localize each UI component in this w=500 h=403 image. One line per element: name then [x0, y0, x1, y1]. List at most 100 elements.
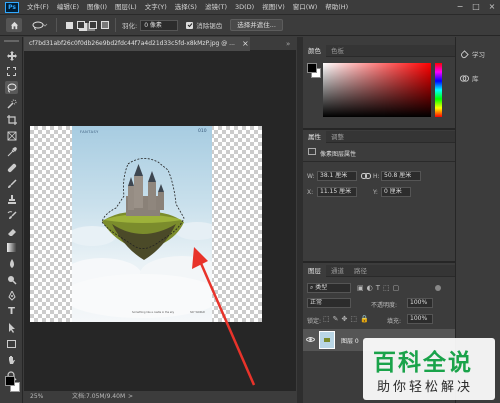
document-tab[interactable]: cf7bd31abf26c0f0db26e9bd2fdc44f7a4d21d33… — [24, 37, 250, 51]
tab-layers[interactable]: 图层 — [303, 264, 326, 277]
layer-filter-icons[interactable]: ▣◐T⬚▢ — [357, 284, 402, 292]
lasso-tool[interactable] — [5, 81, 18, 94]
feather-input[interactable]: 0 像素 — [140, 19, 179, 31]
add-selection-button[interactable] — [75, 18, 87, 32]
layer-filter-select[interactable]: ⌕ 类型 — [307, 283, 351, 293]
hand-tool[interactable] — [5, 353, 18, 366]
hue-slider[interactable] — [435, 63, 442, 117]
menu-help[interactable]: 帮助(H) — [321, 0, 352, 14]
tab-properties[interactable]: 属性 — [303, 130, 326, 143]
x-field[interactable]: 11.15 厘米 — [317, 187, 357, 197]
menu-layer[interactable]: 图层(L) — [111, 0, 141, 14]
height-field[interactable]: 50.8 厘米 — [381, 171, 421, 181]
color-foreground-swatch[interactable] — [307, 63, 317, 73]
brush-tool[interactable] — [5, 177, 18, 190]
brush-icon — [7, 178, 17, 188]
castle-roof — [128, 177, 134, 186]
width-label: W: — [307, 173, 315, 180]
tab-color[interactable]: 颜色 — [303, 44, 326, 57]
tool-preset-picker[interactable] — [28, 18, 52, 32]
castle-tower — [128, 186, 134, 210]
move-tool[interactable] — [5, 49, 18, 62]
opacity-label: 不透明度: — [371, 302, 398, 309]
options-divider — [56, 18, 57, 32]
marquee-tool[interactable] — [5, 65, 18, 78]
select-and-mask-button[interactable]: 选择并遮住... — [230, 19, 283, 31]
menu-3d[interactable]: 3D(D) — [231, 0, 258, 14]
path-selection-icon — [8, 322, 15, 333]
libraries-panel-button[interactable]: 库 — [460, 73, 479, 83]
poster-footer-left: Something like a castle in the sky — [132, 311, 175, 314]
annotation-arrow — [192, 247, 256, 386]
foreground-color-swatch[interactable] — [5, 376, 15, 386]
menu-image[interactable]: 图像(I) — [83, 0, 111, 14]
eyedropper-tool[interactable] — [5, 145, 18, 158]
color-field[interactable] — [323, 63, 431, 117]
history-brush-icon — [7, 210, 17, 219]
document-tab-title: cf7bd31abf26c0f0db26e9bd2fdc44f7a4d21d33… — [29, 40, 235, 47]
tab-adjustments[interactable]: 调整 — [326, 131, 349, 143]
menu-type[interactable]: 文字(Y) — [141, 0, 171, 14]
castle-roof — [134, 164, 143, 176]
close-window-button[interactable]: × — [484, 0, 500, 14]
options-divider — [115, 18, 116, 32]
pen-tool[interactable] — [5, 289, 18, 302]
document-info[interactable]: 文档:7.05M/9.40M — [72, 391, 125, 403]
eye-icon[interactable] — [306, 336, 315, 343]
blend-mode-select[interactable]: 正常 — [307, 298, 351, 308]
castle-roof — [158, 184, 164, 192]
home-icon — [10, 21, 18, 29]
frame-icon — [7, 131, 16, 140]
healing-brush-tool[interactable] — [5, 161, 18, 174]
minimize-button[interactable]: − — [452, 0, 468, 14]
menu-filter[interactable]: 滤镜(T) — [201, 0, 231, 14]
menu-view[interactable]: 视图(V) — [258, 0, 289, 14]
menu-bar: Ps 文件(F) 编辑(E) 图像(I) 图层(L) 文字(Y) 选择(S) 滤… — [0, 0, 500, 14]
collapse-tabs-button[interactable]: » — [286, 37, 290, 51]
blur-tool[interactable] — [5, 257, 18, 270]
home-button[interactable] — [6, 18, 22, 32]
y-field[interactable]: 0 厘米 — [381, 187, 411, 197]
intersect-selection-button[interactable] — [99, 18, 111, 32]
dodge-tool[interactable] — [5, 273, 18, 286]
new-selection-button[interactable] — [63, 18, 75, 32]
quick-selection-tool[interactable] — [5, 97, 18, 110]
fill-field[interactable]: 100% — [407, 314, 433, 324]
path-selection-tool[interactable] — [5, 321, 18, 334]
layer-thumbnail — [319, 331, 335, 349]
history-brush-tool[interactable] — [5, 209, 18, 222]
subtract-selection-button[interactable] — [87, 18, 99, 32]
eraser-tool[interactable] — [5, 225, 18, 238]
menu-file[interactable]: 文件(F) — [23, 0, 53, 14]
tab-paths[interactable]: 路径 — [349, 265, 372, 277]
filter-toggle[interactable] — [435, 285, 441, 291]
opacity-field[interactable]: 100% — [407, 298, 433, 308]
tab-channels[interactable]: 通道 — [326, 265, 349, 277]
type-tool[interactable]: T — [5, 305, 18, 318]
link-icon[interactable] — [361, 172, 371, 180]
antialias-checkbox[interactable] — [186, 21, 194, 29]
gradient-tool[interactable] — [5, 241, 18, 254]
layer-name[interactable]: 图层 0 — [341, 336, 359, 345]
close-tab-button[interactable]: × — [242, 37, 249, 51]
rectangle-tool[interactable] — [5, 337, 18, 350]
menu-select[interactable]: 选择(S) — [171, 0, 201, 14]
lasso-icon — [32, 21, 48, 30]
frame-tool[interactable] — [5, 129, 18, 142]
toolbar-grip[interactable] — [4, 40, 19, 42]
menu-window[interactable]: 窗口(W) — [289, 0, 322, 14]
tab-swatches[interactable]: 色板 — [326, 45, 349, 57]
maximize-button[interactable]: □ — [468, 0, 484, 14]
castle-roof — [148, 171, 156, 182]
menu-edit[interactable]: 编辑(E) — [53, 0, 83, 14]
zoom-level[interactable]: 25% — [30, 391, 43, 403]
width-field[interactable]: 38.1 厘米 — [317, 171, 357, 181]
crop-tool[interactable] — [5, 113, 18, 126]
learn-panel-button[interactable]: 学习 — [460, 49, 485, 59]
lock-icons[interactable]: ⬚✎✥⬚🔒 — [323, 315, 372, 323]
status-menu-arrow[interactable]: > — [128, 391, 133, 403]
libraries-icon — [460, 74, 469, 82]
eraser-icon — [7, 228, 16, 236]
clone-stamp-tool[interactable] — [5, 193, 18, 206]
rectangle-icon — [7, 339, 16, 348]
